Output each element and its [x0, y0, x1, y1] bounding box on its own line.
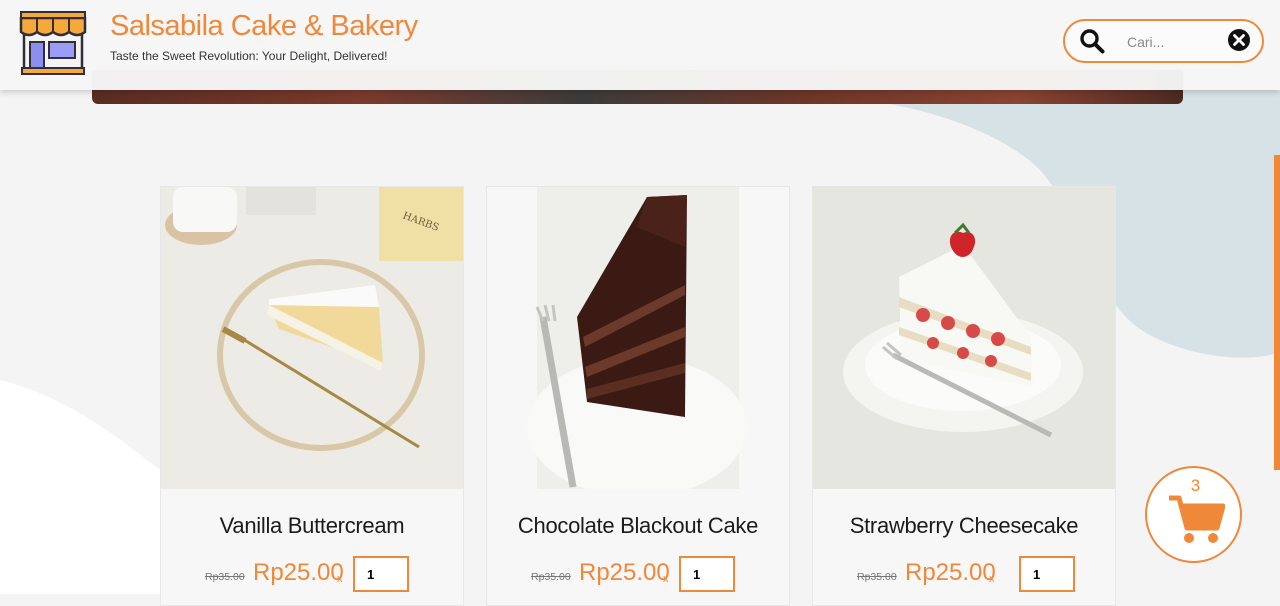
product-name[interactable]: Vanilla Buttercream — [161, 513, 463, 539]
sale-price: Rp25.00 — [905, 559, 996, 586]
sale-price: Rp25.00 — [579, 559, 670, 586]
original-price: Rp35.00 — [205, 571, 245, 583]
product-name[interactable]: Chocolate Blackout Cake — [487, 513, 789, 539]
original-price: Rp35.00 — [857, 571, 897, 583]
product-image-chocolate-blackout-cake[interactable] — [487, 187, 789, 489]
site-title[interactable]: Salsabila Cake & Bakery — [110, 10, 418, 43]
product-card: HARBS Vanilla Buttercream Rp35.00 Rp25.0… — [160, 186, 464, 606]
storefront-icon[interactable] — [18, 8, 88, 76]
quantity-input[interactable] — [1019, 556, 1075, 592]
cart-count-badge: 3 — [1190, 476, 1201, 495]
scrollbar[interactable] — [1274, 155, 1280, 470]
product-image-vanilla-buttercream[interactable]: HARBS — [161, 187, 463, 489]
original-price: Rp35.00 — [531, 571, 571, 583]
quantity-input[interactable] — [353, 556, 409, 592]
search-icon[interactable] — [1079, 28, 1105, 54]
site-header: Salsabila Cake & Bakery Taste the Sweet … — [0, 0, 1280, 90]
product-name[interactable]: Strawberry Cheesecake — [813, 513, 1115, 539]
close-circle-icon[interactable] — [1227, 28, 1251, 52]
multiply-sign: x — [989, 573, 995, 585]
multiply-sign: x — [337, 573, 343, 585]
product-card: Chocolate Blackout Cake Rp35.00 Rp25.00 … — [486, 186, 790, 606]
product-card: Strawberry Cheesecake Rp35.00 Rp25.00 x — [812, 186, 1116, 606]
sale-price: Rp25.00 — [253, 559, 344, 586]
product-image-strawberry-cheesecake[interactable] — [813, 187, 1115, 489]
site-tagline: Taste the Sweet Revolution: Your Delight… — [110, 49, 388, 63]
multiply-sign: x — [663, 573, 669, 585]
cart-button[interactable]: 3 — [1145, 466, 1242, 563]
quantity-input[interactable] — [679, 556, 735, 592]
search-box — [1063, 19, 1264, 63]
cart-icon — [1169, 495, 1225, 543]
search-input[interactable] — [1125, 30, 1229, 54]
